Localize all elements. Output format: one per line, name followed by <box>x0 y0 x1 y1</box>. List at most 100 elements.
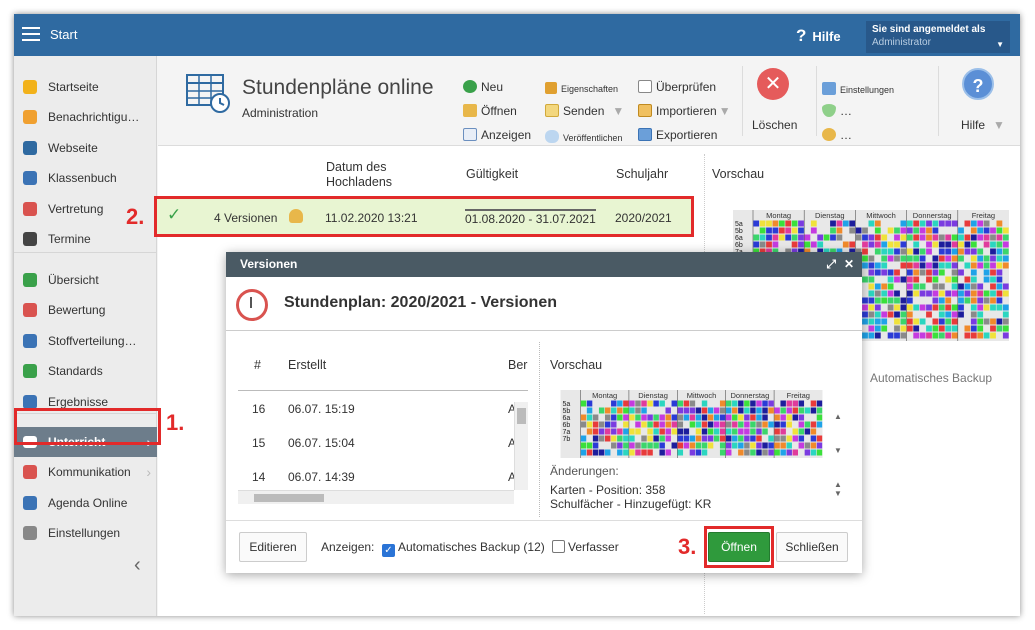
settings-button[interactable]: Einstellungen <box>822 82 894 95</box>
sidebar-item-bewertung[interactable]: Bewertung <box>14 295 157 325</box>
new-button[interactable]: Neu <box>463 80 503 94</box>
table-row[interactable]: ✓ 4 Versionen 11.02.2020 13:21 01.08.202… <box>154 196 694 237</box>
preview-lesson-cell <box>617 428 623 435</box>
preview-lesson-cell <box>750 414 756 421</box>
preview-lesson-cell <box>707 407 714 414</box>
send-button[interactable]: Senden ▼ <box>545 104 624 118</box>
preview-lesson-cell <box>983 269 990 276</box>
scroll-thumb[interactable] <box>517 408 526 424</box>
preview-lesson-cell <box>762 414 768 421</box>
close-icon[interactable]: ✕ <box>844 257 854 271</box>
preview-lesson-cell <box>913 269 920 276</box>
help-button[interactable]: Hilfe ▼ <box>961 118 1005 132</box>
preview-lesson-cell <box>836 227 843 234</box>
preview-lesson-cell <box>1002 311 1009 318</box>
person-swap-icon <box>23 202 37 216</box>
preview-lesson-cell <box>647 449 653 456</box>
preview-lesson-cell <box>750 407 756 414</box>
close-button[interactable]: Schließen <box>776 532 848 562</box>
sidebar-item-benachrichtigu[interactable]: Benachrichtigu… <box>14 102 157 132</box>
preview-lesson-cell <box>580 442 587 449</box>
preview-lesson-cell <box>996 276 1003 283</box>
preview-lesson-cell <box>951 290 958 297</box>
preview-lesson-cell <box>744 421 750 428</box>
login-user: Administrator <box>872 37 931 48</box>
key-action-button[interactable]: … <box>822 128 852 142</box>
preview-class-label: 7a <box>563 429 571 436</box>
preview-lesson-cell <box>780 428 786 435</box>
preview-lesson-cell <box>791 234 798 241</box>
sidebar-item-klassenbuch[interactable]: Klassenbuch <box>14 163 157 193</box>
preview-lesson-cell <box>996 283 1003 290</box>
export-button[interactable]: Exportieren <box>638 128 717 142</box>
hamburger-menu-icon[interactable] <box>22 27 40 41</box>
preview-lesson-cell <box>768 421 774 428</box>
preview-lesson-cell <box>945 325 952 332</box>
preview-lesson-cell <box>586 428 593 435</box>
preview-lesson-cell <box>900 234 907 241</box>
versions-count[interactable]: 4 Versionen <box>214 211 277 225</box>
preview-lesson-cell <box>804 428 811 435</box>
app-title[interactable]: Start <box>50 27 77 42</box>
preview-lesson-cell <box>996 262 1003 269</box>
preview-scroll-arrows[interactable]: ▲ ▼ <box>834 400 842 468</box>
user-dropdown[interactable]: Sie sind angemeldet als Administrator ▼ <box>866 21 1010 53</box>
preview-lesson-cell <box>862 297 868 304</box>
import-button[interactable]: Importieren ▼ <box>638 104 731 118</box>
preview-lesson-cell <box>580 414 587 421</box>
sidebar-item-webseite[interactable]: Webseite <box>14 133 157 163</box>
edit-button[interactable]: Editieren <box>239 532 307 562</box>
properties-button[interactable]: Eigenschaften <box>545 82 618 94</box>
author-checkbox[interactable]: Verfasser <box>552 540 619 554</box>
sidebar-item-einstellungen[interactable]: Einstellungen <box>14 518 157 548</box>
preview-lesson-cell <box>945 318 952 325</box>
preview-lesson-cell <box>701 449 708 456</box>
preview-lesson-cell <box>932 304 939 311</box>
preview-lesson-cell <box>862 276 868 283</box>
preview-lesson-cell <box>756 407 762 414</box>
scroll-thumb[interactable] <box>254 494 324 502</box>
preview-lesson-cell <box>874 304 881 311</box>
sidebar-item-kommunikation[interactable]: Kommunikation › <box>14 457 157 487</box>
sidebar-item-stoffverteilung[interactable]: Stoffverteilung… <box>14 326 157 356</box>
preview-lesson-cell <box>996 220 1003 227</box>
delete-icon[interactable]: ✕ <box>757 68 789 100</box>
pen-icon <box>23 496 37 510</box>
help-link[interactable]: ? Hilfe <box>796 26 841 46</box>
sidebar-item-label: Standards <box>48 364 103 378</box>
sidebar-item-standards[interactable]: Standards <box>14 356 157 386</box>
preview-lesson-cell <box>671 421 677 428</box>
horizontal-scrollbar[interactable] <box>238 490 514 504</box>
preview-lesson-cell <box>938 325 945 332</box>
preview-lesson-cell <box>926 311 932 318</box>
preview-lesson-cell <box>713 428 720 435</box>
collapse-sidebar-icon[interactable]: ‹ <box>134 554 141 577</box>
checkbox-checked-icon[interactable]: ✓ <box>382 544 395 557</box>
sidebar-item-übersicht[interactable]: Übersicht <box>14 265 157 295</box>
check-button[interactable]: Überprüfen <box>638 80 716 94</box>
preview-lesson-cell <box>951 332 958 339</box>
preview-lesson-cell <box>964 262 971 269</box>
checkbox-unchecked-icon[interactable] <box>552 540 565 553</box>
publish-button[interactable]: Veröffentlichen <box>545 130 622 143</box>
shield-action-button[interactable]: … <box>822 104 852 118</box>
preview-lesson-cell <box>900 227 907 234</box>
expand-icon[interactable]: ⤢ <box>826 257 836 271</box>
preview-day-label: Mittwoch <box>687 391 717 400</box>
preview-lesson-cell <box>611 421 617 428</box>
open-button[interactable]: Öffnen <box>463 104 517 118</box>
sidebar-item-agenda-online[interactable]: Agenda Online <box>14 488 157 518</box>
header-upload-date: Datum des Hochladens <box>326 160 393 189</box>
vertical-scrollbar[interactable] <box>514 402 528 490</box>
preview-lesson-cell <box>671 442 677 449</box>
help-icon[interactable]: ? <box>962 68 994 100</box>
delete-label[interactable]: Löschen <box>752 118 797 132</box>
preview-lesson-cell <box>750 442 756 449</box>
changes-scroll-arrows[interactable]: ▲ ▼ <box>834 480 842 498</box>
preview-lesson-cell <box>926 262 932 269</box>
view-button[interactable]: Anzeigen <box>463 128 531 142</box>
preview-lesson-cell <box>990 227 996 234</box>
sidebar-item-startseite[interactable]: Startseite <box>14 72 157 102</box>
preview-lesson-cell <box>611 428 617 435</box>
auto-backup-checkbox[interactable]: ✓ Automatisches Backup (12) <box>382 540 545 557</box>
